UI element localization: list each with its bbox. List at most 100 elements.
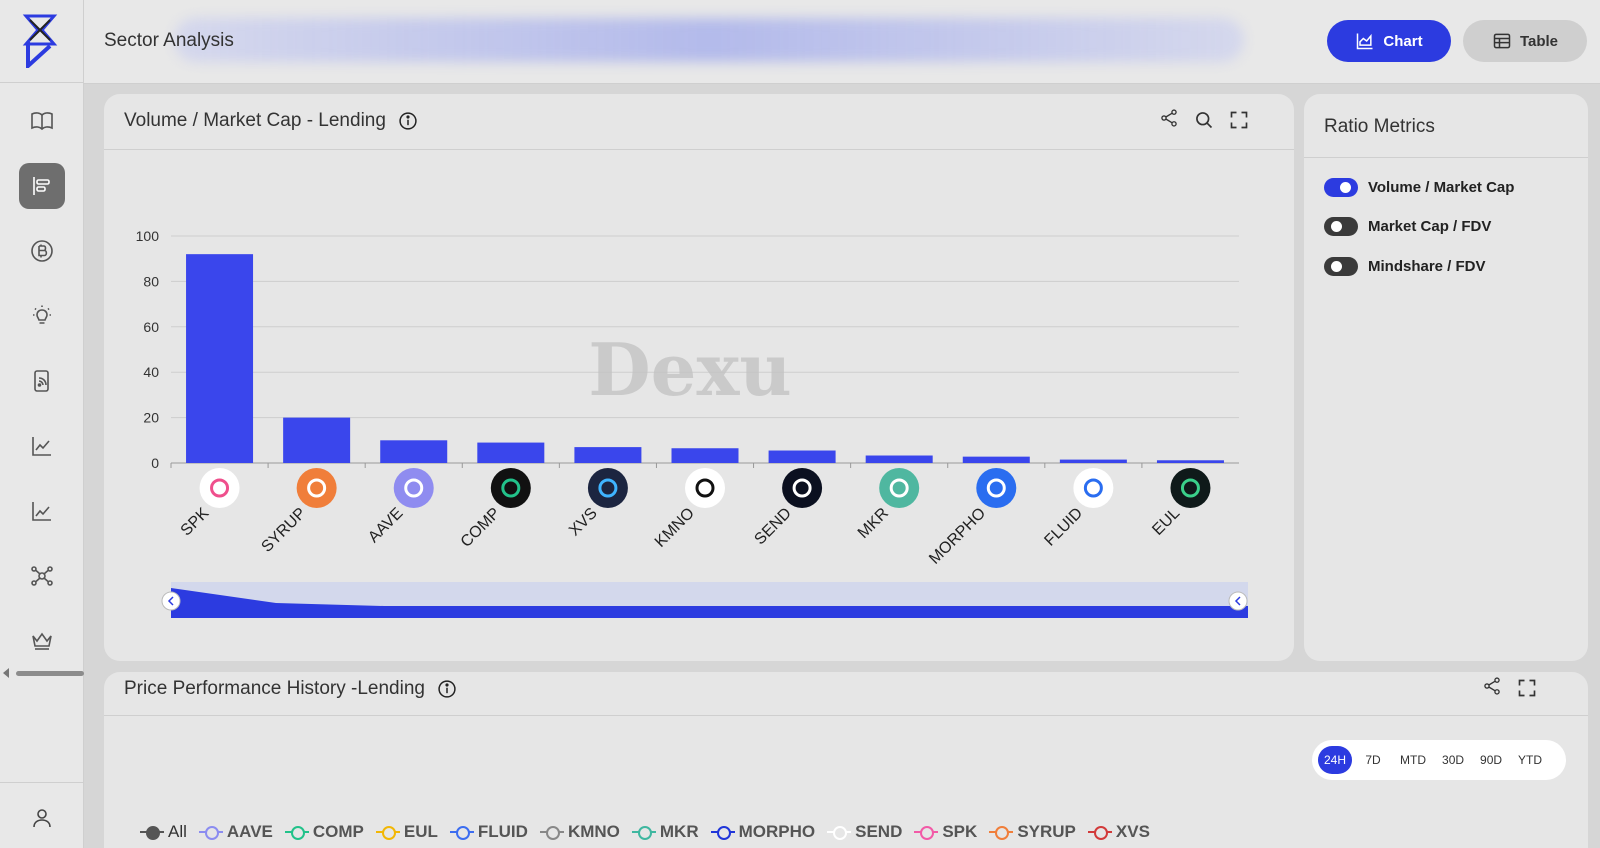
table-button-label: Table — [1519, 32, 1559, 50]
volume-market-cap-card: Volume / Market Cap - Lending 0 20 40 60 80 1… — [104, 94, 1294, 661]
x-tick-label: FLUID — [1041, 505, 1086, 550]
y-tick-label: 0 — [151, 455, 159, 471]
legend-item-eul[interactable]: EUL — [375, 822, 438, 842]
bar-xvs[interactable] — [574, 447, 642, 463]
line-chart-icon — [32, 437, 51, 456]
bar-morpho[interactable] — [962, 456, 1030, 463]
legend-item-mkr[interactable]: MKR — [631, 822, 699, 842]
legend-marker-icon — [989, 825, 1014, 840]
watermark-text: Dexu — [588, 327, 792, 412]
timeframe-90d[interactable]: 90D — [1474, 746, 1508, 774]
table-icon — [1493, 33, 1511, 49]
legend-item-spk[interactable]: SPK — [914, 822, 977, 842]
user-icon — [33, 809, 51, 828]
legend-label: SYRUP — [1017, 822, 1076, 841]
legend-marker-icon — [710, 825, 735, 840]
nav-profile[interactable] — [19, 795, 65, 841]
device-signal-icon — [34, 370, 49, 392]
legend-label: MKR — [659, 822, 699, 841]
bar-eul[interactable] — [1156, 460, 1224, 463]
legend-label: FLUID — [477, 822, 528, 841]
nav-performance[interactable] — [19, 488, 65, 534]
legend-marker-icon — [827, 825, 852, 840]
toggle-switch[interactable] — [1324, 178, 1358, 197]
legend-item-fluid[interactable]: FLUID — [449, 822, 528, 842]
legend-marker-icon — [284, 825, 309, 840]
legend-item-send[interactable]: SEND — [827, 822, 902, 842]
toggle-knob — [1331, 221, 1342, 232]
x-tick-label: MORPHO — [926, 505, 989, 568]
toggle-switch[interactable] — [1324, 257, 1358, 276]
nav-sector-analysis[interactable] — [19, 163, 65, 209]
chart-button-label: Chart — [1383, 32, 1423, 50]
timeframe-24h[interactable]: 24H — [1318, 746, 1353, 774]
spk-token-icon — [199, 468, 240, 508]
bar-syrup[interactable] — [283, 417, 351, 463]
legend-item-morpho[interactable]: MORPHO — [710, 822, 815, 842]
legend-item-syrup[interactable]: SYRUP — [989, 822, 1076, 842]
legend-item-kmno[interactable]: KMNO — [539, 822, 620, 842]
legend-item-all[interactable]: All — [140, 822, 187, 842]
legend-label: KMNO — [567, 822, 620, 841]
comp-token-icon — [490, 468, 531, 508]
timeframe-mtd[interactable]: MTD — [1394, 746, 1432, 774]
table-view-button[interactable]: Table — [1463, 20, 1587, 62]
nav-charts[interactable] — [19, 423, 65, 469]
book-icon — [31, 112, 53, 131]
dexu-logo[interactable] — [20, 12, 60, 68]
timeframe-ytd[interactable]: YTD — [1512, 746, 1548, 774]
toggle-market-cap-fdv[interactable]: Market Cap / FDV — [1324, 217, 1491, 236]
toggle-label: Volume / Market Cap — [1368, 179, 1515, 196]
bitcoin-icon — [31, 240, 53, 262]
nav-signals[interactable] — [19, 358, 65, 404]
legend-label: All — [168, 822, 187, 841]
info-icon[interactable] — [437, 679, 457, 699]
send-token-icon — [782, 468, 823, 508]
nav-bitcoin[interactable] — [19, 228, 65, 274]
bar-kmno[interactable] — [671, 448, 739, 463]
nav-premium[interactable] — [19, 618, 65, 664]
bar-spk[interactable] — [186, 254, 254, 463]
sidebar-scrollbar[interactable] — [0, 668, 84, 678]
legend-marker-icon — [1087, 825, 1112, 840]
xvs-token-icon — [587, 468, 628, 508]
lightbulb-icon — [33, 305, 51, 324]
legend-marker-icon — [198, 825, 223, 840]
legend-item-comp[interactable]: COMP — [284, 822, 364, 842]
zoom-handle-left[interactable] — [161, 591, 181, 611]
legend-item-aave[interactable]: AAVE — [198, 822, 273, 842]
bar-chart: 0 20 40 60 80 100 Dexu SPK SYRUP AAVE COMP XVS KMN… — [136, 228, 1248, 618]
bar-comp[interactable] — [477, 442, 545, 463]
perf-card-title: Price Performance History -Lending — [124, 678, 457, 700]
nav-docs[interactable] — [19, 98, 65, 144]
toggle-volume-market-cap[interactable]: Volume / Market Cap — [1324, 178, 1514, 197]
bar-mkr[interactable] — [865, 455, 933, 463]
toggle-knob — [1340, 182, 1351, 193]
timeframe-30d[interactable]: 30D — [1436, 746, 1470, 774]
toggle-mindshare-fdv[interactable]: Mindshare / FDV — [1324, 257, 1486, 276]
scroll-left-arrow-icon[interactable] — [3, 668, 9, 678]
nav-network[interactable] — [19, 553, 65, 599]
y-tick-label: 20 — [143, 410, 159, 426]
share-icon[interactable] — [1482, 676, 1502, 696]
x-tick-label: SEND — [751, 505, 794, 548]
x-tick-label: SPK — [178, 505, 213, 540]
bar-aave[interactable] — [380, 440, 448, 463]
chart-view-button[interactable]: Chart — [1327, 20, 1451, 62]
nav-insights[interactable] — [19, 293, 65, 339]
kmno-token-icon — [685, 468, 725, 508]
legend-item-xvs[interactable]: XVS — [1087, 822, 1150, 842]
mkr-token-icon — [879, 468, 920, 508]
bar-send[interactable] — [768, 450, 836, 463]
scrollbar-thumb[interactable] — [16, 671, 84, 676]
fullscreen-icon[interactable] — [1517, 678, 1537, 698]
blurred-ticker — [174, 18, 1244, 62]
timeframe-7d[interactable]: 7D — [1356, 746, 1390, 774]
y-tick-label: 40 — [143, 364, 159, 380]
bar-fluid[interactable] — [1059, 459, 1127, 463]
trend-chart-icon — [32, 502, 51, 521]
toggle-label: Mindshare / FDV — [1368, 258, 1486, 275]
morpho-token-icon — [976, 468, 1017, 508]
toggle-switch[interactable] — [1324, 217, 1358, 236]
zoom-handle-right[interactable] — [1228, 591, 1248, 611]
